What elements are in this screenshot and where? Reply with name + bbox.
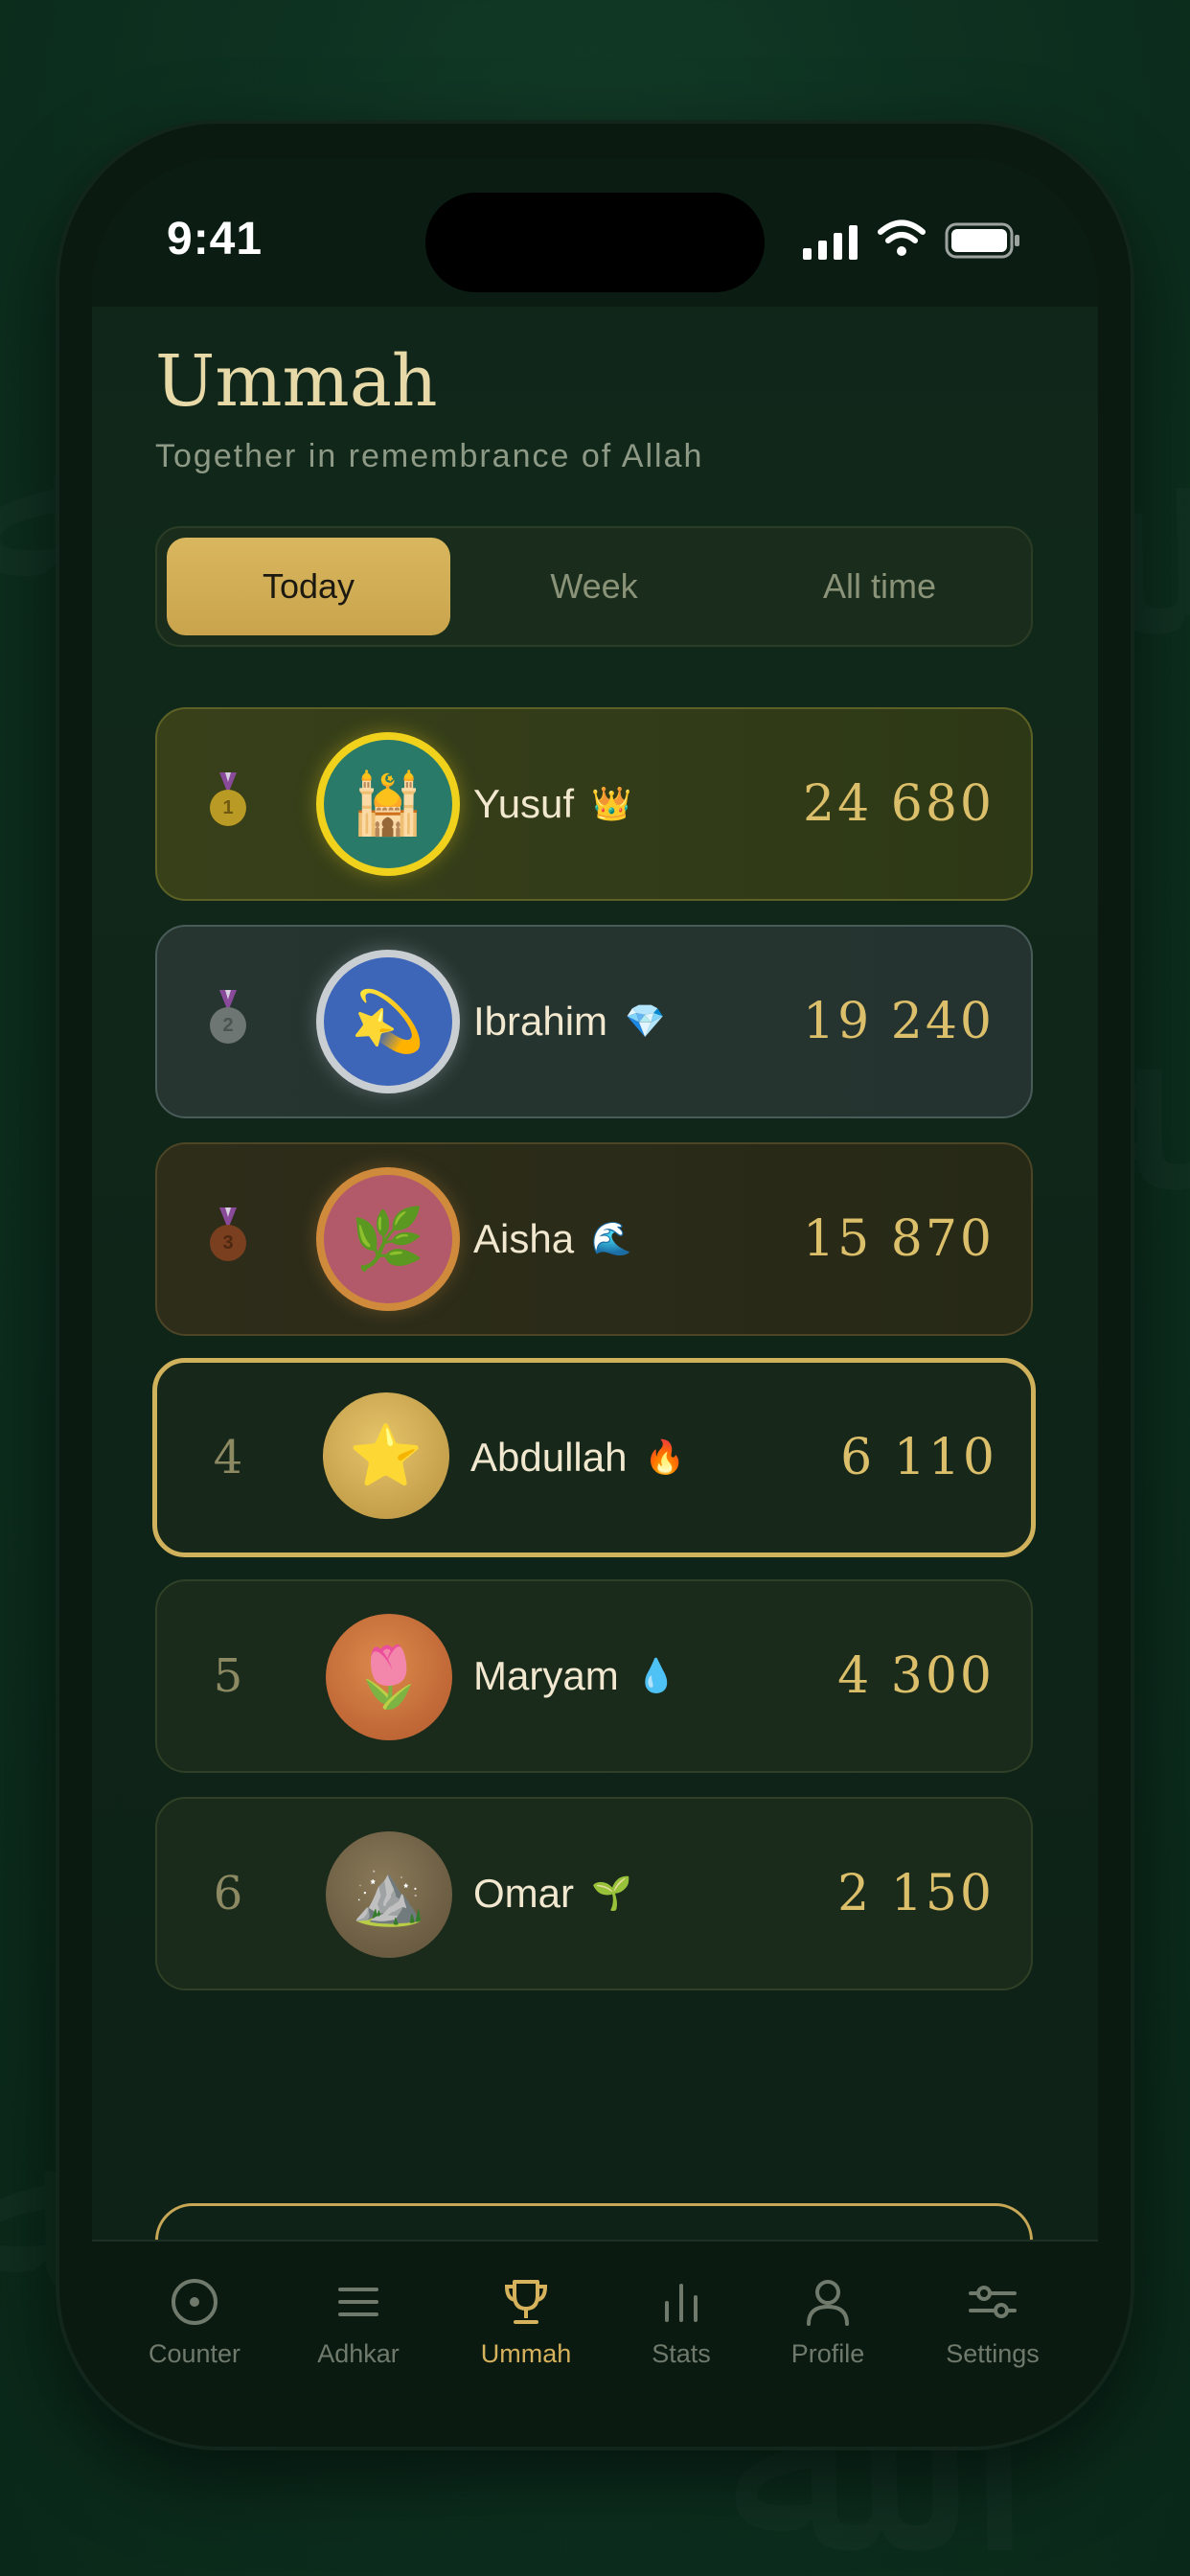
tab-adhkar[interactable]: Adhkar (282, 2276, 435, 2369)
player-score: 6 110 (840, 1429, 997, 1486)
player-name: Omar (473, 1871, 574, 1916)
wave-icon: 🌊 (591, 1221, 632, 1257)
player-name: Abdullah (470, 1435, 628, 1480)
tab-profile[interactable]: Profile (751, 2276, 904, 2369)
avatar: 🕌 (316, 732, 460, 876)
leaderboard-row[interactable]: 6 ⛰️ Omar 🌱 2 150 (155, 1797, 1033, 1990)
sliders-icon (969, 2286, 1017, 2318)
battery-icon (945, 222, 1019, 259)
player-score: 2 150 (837, 1865, 995, 1922)
rank-number: 6 (213, 1867, 243, 1920)
gem-icon: 💎 (625, 1003, 666, 1040)
player-score: 19 240 (803, 993, 995, 1050)
app-screen: 9:41 Ummah Together in remembrance of Al… (92, 158, 1098, 2412)
avatar: ⛰️ (326, 1831, 452, 1958)
fire-icon: 🔥 (644, 1439, 685, 1476)
avatar: 🌷 (326, 1614, 452, 1740)
tab-counter[interactable]: Counter (118, 2276, 271, 2369)
tab-today[interactable]: Today (167, 538, 450, 635)
droplet-icon: 💧 (635, 1658, 677, 1694)
period-segmented-control: Today Week All time (155, 526, 1033, 647)
tab-label: Adhkar (317, 2339, 400, 2368)
status-bar: 9:41 (92, 158, 1098, 307)
counter-icon (172, 2279, 217, 2325)
tab-label: Settings (946, 2339, 1040, 2368)
tab-label: Counter (148, 2339, 241, 2368)
avatar: 🌿 (316, 1167, 460, 1311)
player-name: Yusuf (473, 781, 575, 826)
leaderboard-row[interactable]: 3 🌿 Aisha 🌊 15 870 (155, 1142, 1033, 1336)
bar-chart-icon (665, 2284, 698, 2322)
person-icon (807, 2280, 849, 2326)
tab-label: Ummah (480, 2339, 572, 2368)
silver-medal-icon: 2 (207, 927, 249, 1116)
leaderboard-row[interactable]: 2 💫 Ibrahim 💎 19 240 (155, 925, 1033, 1118)
list-icon (338, 2288, 378, 2316)
trophy-icon (504, 2280, 548, 2324)
avatar: ⭐ (323, 1392, 449, 1519)
player-score: 4 300 (837, 1647, 995, 1705)
bottom-tab-bar: Counter Adhkar Ummah Stats Profile Setti… (92, 2240, 1098, 2412)
player-score: 24 680 (803, 775, 995, 833)
page-title: Ummah (155, 340, 438, 423)
status-time: 9:41 (167, 214, 263, 264)
tab-label: Profile (790, 2339, 865, 2368)
wifi-icon (878, 219, 926, 256)
avatar: 💫 (316, 950, 460, 1093)
player-name: Ibrahim (473, 999, 608, 1044)
player-score: 15 870 (803, 1210, 995, 1268)
bronze-medal-icon: 3 (207, 1144, 249, 1334)
tab-week[interactable]: Week (452, 538, 736, 635)
tab-settings[interactable]: Settings (916, 2276, 1069, 2369)
seedling-icon: 🌱 (591, 1875, 632, 1912)
cellular-signal-icon (803, 225, 858, 260)
tab-label: Stats (652, 2339, 711, 2368)
gold-medal-icon: 1 (207, 709, 249, 899)
tab-ummah[interactable]: Ummah (449, 2276, 603, 2369)
leaderboard-row-current-user[interactable]: 4 ⭐ Abdullah 🔥 6 110 (152, 1358, 1036, 1557)
crown-icon: 👑 (591, 786, 632, 822)
page-subtitle: Together in remembrance of Allah (155, 438, 704, 474)
player-name: Aisha (473, 1216, 575, 1261)
tab-all-time[interactable]: All time (738, 538, 1021, 635)
rank-number: 4 (213, 1431, 243, 1484)
leaderboard-row[interactable]: 5 🌷 Maryam 💧 4 300 (155, 1579, 1033, 1773)
player-name: Maryam (473, 1653, 619, 1698)
rank-number: 5 (213, 1649, 243, 1703)
dynamic-island (425, 193, 765, 292)
tab-stats[interactable]: Stats (605, 2276, 758, 2369)
leaderboard-row[interactable]: 1 🕌 Yusuf 👑 24 680 (155, 707, 1033, 901)
